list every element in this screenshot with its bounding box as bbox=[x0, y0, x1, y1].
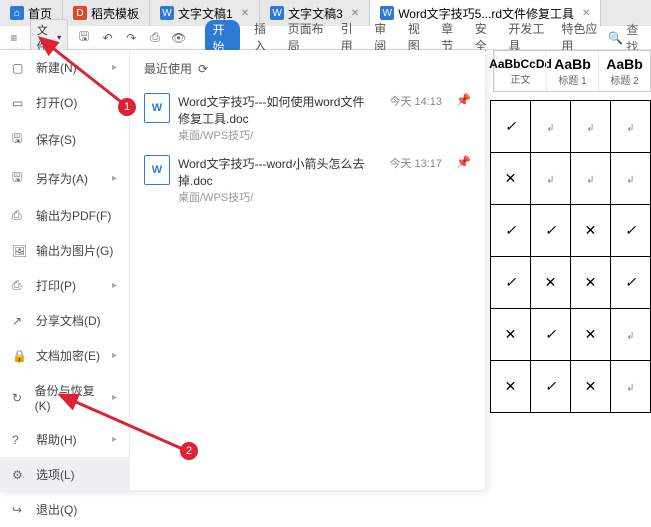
table-cell[interactable] bbox=[491, 205, 531, 257]
tab-label: 稻壳模板 bbox=[91, 5, 139, 22]
table-cell[interactable] bbox=[491, 257, 531, 309]
file-menu-选项(L)[interactable]: ⚙选项(L) bbox=[0, 457, 129, 492]
pin-icon[interactable]: 📌 bbox=[456, 93, 471, 143]
recent-file[interactable]: WWord文字技巧---word小箭头怎么去掉.doc桌面/WPS技巧/今天 1… bbox=[144, 149, 471, 211]
refresh-icon[interactable]: ⟳ bbox=[198, 62, 208, 76]
pin-icon[interactable]: 📌 bbox=[456, 155, 471, 205]
preview-icon[interactable]: 👁 bbox=[171, 29, 187, 47]
table-cell[interactable] bbox=[611, 309, 651, 361]
table-cell[interactable] bbox=[571, 205, 611, 257]
file-menu-退出(Q)[interactable]: ↪退出(Q) bbox=[0, 492, 129, 527]
menu-item-icon: ⎙ bbox=[12, 278, 28, 293]
menu-item-icon: 🔒 bbox=[12, 349, 28, 363]
menu-icon[interactable]: ≡ bbox=[6, 29, 22, 47]
table-cell[interactable] bbox=[531, 361, 571, 413]
table-cell[interactable] bbox=[571, 101, 611, 153]
chevron-right-icon: ▸ bbox=[112, 173, 117, 184]
chevron-right-icon: ▸ bbox=[112, 350, 117, 361]
tab-icon: D bbox=[73, 6, 87, 20]
menu-item-icon: ↗ bbox=[12, 314, 28, 328]
menu-item-icon: 🖫 bbox=[12, 168, 28, 189]
document-table bbox=[490, 100, 651, 413]
file-menu-输出为图片(G)[interactable]: 🖼输出为图片(G) bbox=[0, 233, 129, 268]
menu-item-icon: 🖫 bbox=[12, 129, 28, 150]
table-cell[interactable] bbox=[531, 257, 571, 309]
file-menu-打印(P)[interactable]: ⎙打印(P)▸ bbox=[0, 268, 129, 303]
file-menu-另存为(A)[interactable]: 🖫另存为(A)▸ bbox=[0, 159, 129, 198]
styles-gallery: AaBbCcDd正文AaBb标题 1AaBb标题 2 bbox=[493, 50, 651, 92]
file-menu-list: ▢新建(N)▸▭打开(O)🖫保存(S)🖫另存为(A)▸⎙输出为PDF(F)🖼输出… bbox=[0, 50, 130, 490]
style-标题 1[interactable]: AaBb标题 1 bbox=[546, 51, 598, 91]
table-cell[interactable] bbox=[491, 153, 531, 205]
table-cell[interactable] bbox=[611, 205, 651, 257]
save-icon[interactable]: 🖫 bbox=[76, 29, 92, 47]
menu-item-icon: ⎙ bbox=[12, 208, 28, 223]
menu-item-icon: ⚙ bbox=[12, 468, 28, 482]
file-menu-保存(S)[interactable]: 🖫保存(S) bbox=[0, 120, 129, 159]
chevron-right-icon: ▸ bbox=[112, 280, 117, 291]
chevron-right-icon: ▸ bbox=[112, 434, 117, 445]
table-cell[interactable] bbox=[531, 153, 571, 205]
close-icon[interactable]: ✕ bbox=[241, 8, 249, 19]
close-icon[interactable]: ✕ bbox=[582, 8, 590, 19]
print-icon[interactable]: ⎙ bbox=[147, 29, 163, 47]
chevron-right-icon: ▸ bbox=[112, 392, 117, 403]
menu-item-icon: ↪ bbox=[12, 503, 28, 517]
table-cell[interactable] bbox=[531, 101, 571, 153]
file-menu-备份与恢复(K)[interactable]: ↻备份与恢复(K)▸ bbox=[0, 373, 129, 422]
table-cell[interactable] bbox=[571, 361, 611, 413]
menu-item-icon: ▢ bbox=[12, 61, 28, 75]
table-cell[interactable] bbox=[491, 309, 531, 361]
table-cell[interactable] bbox=[571, 257, 611, 309]
chevron-right-icon: ▸ bbox=[112, 62, 117, 73]
tab-icon: W bbox=[160, 6, 174, 20]
file-menu: ▢新建(N)▸▭打开(O)🖫保存(S)🖫另存为(A)▸⎙输出为PDF(F)🖼输出… bbox=[0, 50, 485, 490]
table-cell[interactable] bbox=[611, 361, 651, 413]
table-cell[interactable] bbox=[571, 153, 611, 205]
table-cell[interactable] bbox=[571, 309, 611, 361]
file-menu-文档加密(E)[interactable]: 🔒文档加密(E)▸ bbox=[0, 338, 129, 373]
file-menu-新建(N)[interactable]: ▢新建(N)▸ bbox=[0, 50, 129, 85]
table-cell[interactable] bbox=[611, 257, 651, 309]
menu-item-icon: ▭ bbox=[12, 96, 28, 110]
tab-1[interactable]: D 稻壳模板 bbox=[63, 0, 150, 26]
menu-item-icon: 🖼 bbox=[12, 244, 28, 258]
table-cell[interactable] bbox=[611, 101, 651, 153]
style-标题 2[interactable]: AaBb标题 2 bbox=[598, 51, 650, 91]
file-menu-分享文档(D)[interactable]: ↗分享文档(D) bbox=[0, 303, 129, 338]
table-cell[interactable] bbox=[491, 101, 531, 153]
file-menu-打开(O)[interactable]: ▭打开(O) bbox=[0, 85, 129, 120]
recent-header: 最近使用 ⟳ bbox=[144, 60, 471, 77]
file-menu-帮助(H)[interactable]: ?帮助(H)▸ bbox=[0, 422, 129, 457]
recent-file[interactable]: WWord文字技巧---如何使用word文件修复工具.doc桌面/WPS技巧/今… bbox=[144, 87, 471, 149]
table-cell[interactable] bbox=[531, 309, 571, 361]
style-正文[interactable]: AaBbCcDd正文 bbox=[494, 51, 546, 91]
tab-icon: W bbox=[270, 6, 284, 20]
file-menu-输出为PDF(F)[interactable]: ⎙输出为PDF(F) bbox=[0, 198, 129, 233]
tab-icon: W bbox=[380, 6, 394, 20]
menu-item-icon: ? bbox=[12, 433, 28, 447]
toolbar: ≡ 文件 ▾ 🖫 ↶ ↷ ⎙ 👁 开始插入页面布局引用审阅视图章节安全开发工具特… bbox=[0, 26, 651, 50]
recent-panel: 最近使用 ⟳ WWord文字技巧---如何使用word文件修复工具.doc桌面/… bbox=[130, 50, 485, 490]
tab-icon: ⌂ bbox=[10, 6, 24, 20]
file-icon: W bbox=[144, 155, 170, 185]
file-icon: W bbox=[144, 93, 170, 123]
table-cell[interactable] bbox=[531, 205, 571, 257]
menu-item-icon: ↻ bbox=[12, 391, 27, 405]
table-cell[interactable] bbox=[491, 361, 531, 413]
close-icon[interactable]: ✕ bbox=[351, 8, 359, 19]
redo-icon[interactable]: ↷ bbox=[123, 29, 139, 47]
table-cell[interactable] bbox=[611, 153, 651, 205]
undo-icon[interactable]: ↶ bbox=[100, 29, 116, 47]
